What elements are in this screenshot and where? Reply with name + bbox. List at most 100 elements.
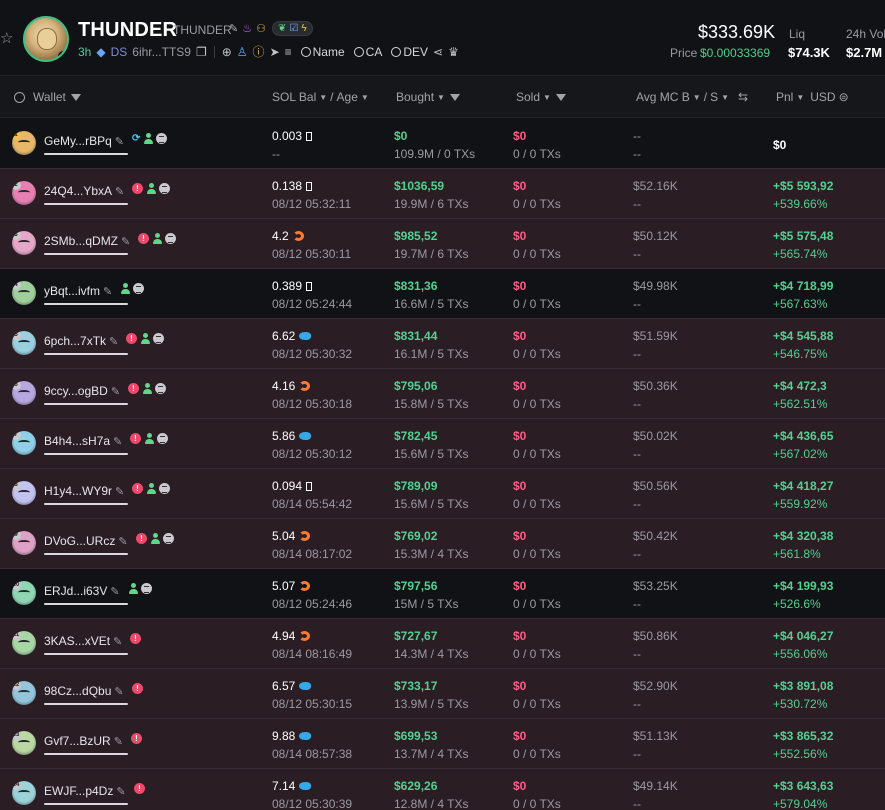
column-currency-label[interactable]: USD <box>810 90 835 104</box>
edit-icon[interactable]: ✎ <box>229 22 238 35</box>
table-row[interactable]: 8 H1y4...WY9r ✎! 0.094 08/14 05:54:42 $789,09… <box>0 469 885 519</box>
table-row[interactable]: 3 2SMb...qDMZ ✎! 4.2 08/12 05:30:11 $985,52 19… <box>0 219 885 269</box>
wallet-avatar[interactable]: 9 <box>12 531 36 555</box>
user-icon[interactable] <box>152 233 162 244</box>
column-sold[interactable]: Sold ▼ <box>516 90 566 104</box>
list-icon[interactable] <box>159 183 170 194</box>
wallet-avatar[interactable]: 5 <box>12 331 36 355</box>
social-pill[interactable]: ❦ ☑ ϟ <box>271 21 313 36</box>
crown-icon[interactable]: ♛ <box>448 45 459 59</box>
wallet-address[interactable]: 2SMb...qDMZ ✎ <box>44 234 130 248</box>
sort-caret-icon[interactable]: ▼ <box>796 93 804 102</box>
table-row[interactable]: 10 ERJd...i63V ✎ 5.07 08/12 05:24:46 $797,56 1… <box>0 569 885 619</box>
wallet-avatar[interactable]: 1 <box>12 131 36 155</box>
wallet-address[interactable]: DVoG...URcz ✎ <box>44 534 128 548</box>
list-icon[interactable] <box>133 283 144 294</box>
sort-caret-icon[interactable]: ▼ <box>437 93 445 102</box>
column-wallet[interactable]: Wallet <box>14 90 81 104</box>
alert-icon[interactable]: ! <box>131 733 142 744</box>
wallet-address[interactable]: 9ccy...ogBD ✎ <box>44 384 120 398</box>
table-row[interactable]: 5 6pch...7xTk ✎! 6.62 08/12 05:30:32 $831,44 1… <box>0 319 885 369</box>
filter-icon[interactable] <box>449 93 460 101</box>
wallet-avatar[interactable]: 6 <box>12 381 36 405</box>
telegram-icon[interactable]: ➤ <box>270 45 280 59</box>
sort-caret-icon[interactable]: ▼ <box>361 93 369 102</box>
list-icon[interactable] <box>153 333 164 344</box>
list-icon[interactable] <box>156 133 168 144</box>
sort-caret-icon[interactable]: ▼ <box>721 93 729 102</box>
edit-icon[interactable]: ✎ <box>118 536 127 548</box>
column-pnl[interactable]: Pnl ▼ USD ⊜ <box>776 90 849 104</box>
wallet-address[interactable]: 6pch...7xTk ✎ <box>44 334 118 348</box>
edit-icon[interactable]: ✎ <box>109 336 118 348</box>
wallet-avatar[interactable]: 4 <box>12 281 36 305</box>
list-icon[interactable] <box>163 533 174 544</box>
sort-caret-icon[interactable]: ▼ <box>543 93 551 102</box>
alert-icon[interactable]: ! <box>130 633 141 644</box>
wallet-address[interactable]: ERJd...i63V ✎ <box>44 584 120 598</box>
table-row[interactable]: 13 Gvf7...BzUR ✎! 9.88 08/14 08:57:38 $699,53… <box>0 719 885 769</box>
edit-icon[interactable]: ✎ <box>103 286 112 298</box>
alert-icon[interactable]: ! <box>134 783 145 794</box>
user-icon[interactable] <box>142 383 152 394</box>
user-icon[interactable] <box>144 433 154 444</box>
alert-icon[interactable]: ! <box>138 233 149 244</box>
edit-icon[interactable]: ✎ <box>111 386 120 398</box>
table-row[interactable]: 12 98Cz...dQbu ✎! 6.57 08/12 05:30:15 $733,17… <box>0 669 885 719</box>
edit-icon[interactable]: ✎ <box>116 786 125 798</box>
search-name-link[interactable]: Name <box>300 45 345 59</box>
edit-icon[interactable]: ✎ <box>114 736 123 748</box>
edit-icon[interactable]: ✎ <box>115 136 124 148</box>
edit-icon[interactable]: ✎ <box>113 636 122 648</box>
search-dev-link[interactable]: DEV <box>391 45 428 59</box>
list-icon[interactable] <box>141 583 152 594</box>
edit-icon[interactable]: ✎ <box>115 186 124 198</box>
wallet-address[interactable]: H1y4...WY9r ✎ <box>44 484 124 498</box>
copy-icon[interactable]: ❐ <box>196 45 207 59</box>
share-icon[interactable]: ⋖ <box>433 45 443 59</box>
user-icon[interactable] <box>128 583 138 594</box>
table-row[interactable]: 1 GeMy...rBPq ✎ ⟳ 0.003 -- $0 109.9M / 0 TXs $0 0… <box>0 119 885 169</box>
bot-icon[interactable]: ⟳ <box>132 133 140 144</box>
search-ca-link[interactable]: CA <box>353 45 382 59</box>
table-row[interactable]: 6 9ccy...ogBD ✎! 4.16 08/12 05:30:18 $795,06 1… <box>0 369 885 419</box>
edit-icon[interactable]: ✎ <box>113 436 122 448</box>
wallet-avatar[interactable]: 11 <box>12 631 36 655</box>
list-icon[interactable] <box>155 383 166 394</box>
user-icon[interactable] <box>140 333 150 344</box>
globe-icon[interactable]: ⊕ <box>222 45 232 59</box>
table-row[interactable]: 9 DVoG...URcz ✎! 5.04 08/14 08:17:02 $769,02 1… <box>0 519 885 569</box>
favorite-star-icon[interactable]: ☆ <box>0 30 14 48</box>
currency-toggle-icon[interactable]: ⊜ <box>839 90 849 104</box>
warning-icon[interactable]: ⓘ <box>253 43 265 60</box>
settings-icon[interactable] <box>14 91 25 103</box>
wallet-address[interactable]: yBqt...ivfm ✎ <box>44 284 112 298</box>
wallet-avatar[interactable]: 14 <box>12 781 36 805</box>
wallet-address[interactable]: 3KAS...xVEt ✎ <box>44 634 122 648</box>
edit-icon[interactable]: ✎ <box>121 236 130 248</box>
wallet-avatar[interactable]: 2 <box>12 181 36 205</box>
wallet-address[interactable]: EWJF...p4Dz ✎ <box>44 784 126 798</box>
user-icon[interactable] <box>143 133 154 144</box>
table-row[interactable]: 11 3KAS...xVEt ✎! 4.94 08/14 08:16:49 $727,67… <box>0 619 885 669</box>
table-row[interactable]: 4 yBqt...ivfm ✎ 0.389 08/12 05:24:44 $831,36 1… <box>0 269 885 319</box>
wallet-address[interactable]: 98Cz...dQbu ✎ <box>44 684 124 698</box>
wallet-avatar[interactable]: 10 <box>12 581 36 605</box>
list-icon[interactable] <box>157 433 168 444</box>
table-row[interactable]: 2 24Q4...YbxA ✎! 0.138 08/12 05:32:11 $1036,5… <box>0 169 885 219</box>
column-bought[interactable]: Bought ▼ <box>396 90 460 104</box>
user-icon[interactable] <box>146 483 156 494</box>
list-icon[interactable] <box>165 233 176 244</box>
list-icon[interactable] <box>159 483 170 494</box>
menu-circle-icon[interactable]: ≡ <box>285 45 292 59</box>
user-icon[interactable] <box>120 283 130 294</box>
alert-icon[interactable]: ! <box>128 383 139 394</box>
table-row[interactable]: 14 EWJF...p4Dz ✎! 7.14 08/12 05:30:39 $629,26… <box>0 769 885 810</box>
token-avatar[interactable] <box>23 16 69 62</box>
alert-icon[interactable]: ! <box>126 333 137 344</box>
table-row[interactable]: 7 B4h4...sH7a ✎! 5.86 08/12 05:30:12 $782,45 1… <box>0 419 885 469</box>
wallet-address[interactable]: Gvf7...BzUR ✎ <box>44 734 123 748</box>
edit-icon[interactable]: ✎ <box>115 486 124 498</box>
user-icon[interactable] <box>150 533 160 544</box>
user-icon[interactable]: ♙ <box>237 45 248 59</box>
